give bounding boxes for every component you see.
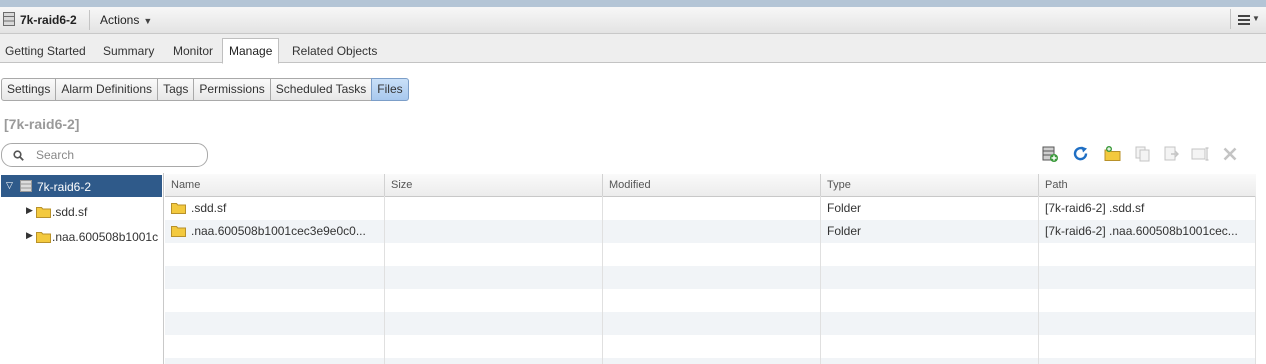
empty-row	[165, 289, 1256, 312]
folder-icon	[36, 207, 51, 218]
column-header-modified[interactable]: Modified	[602, 174, 820, 196]
cell-name: .naa.600508b1001cec3e9e0c0...	[165, 220, 384, 243]
expand-right-icon[interactable]: ▶	[26, 205, 33, 216]
file-name: .sdd.sf	[191, 201, 227, 215]
tree-item-naa[interactable]: ▶ .naa.600508b1001c	[0, 225, 163, 247]
subtab-scheduled-tasks[interactable]: Scheduled Tasks	[269, 78, 373, 101]
cell-size	[384, 197, 602, 220]
manage-subtab-bar: Settings Alarm Definitions Tags Permissi…	[1, 78, 409, 101]
column-header-size[interactable]: Size	[384, 174, 602, 196]
chevron-down-icon: ▼	[1252, 14, 1260, 23]
new-folder-icon[interactable]	[1104, 145, 1122, 163]
folder-icon	[171, 226, 186, 237]
window-top-strip	[0, 0, 1266, 7]
cell-path: [7k-raid6-2] .naa.600508b1001cec...	[1038, 220, 1256, 243]
column-divider	[820, 196, 821, 364]
column-divider	[602, 196, 603, 364]
search-box[interactable]	[1, 143, 208, 167]
subtab-alarm-definitions[interactable]: Alarm Definitions	[55, 78, 159, 101]
files-table: Name Size Modified Type Path .sdd.sf Fol…	[165, 174, 1256, 364]
cell-size	[384, 220, 602, 243]
copy-icon[interactable]	[1134, 145, 1152, 163]
datastore-icon	[3, 12, 15, 26]
menu-icon	[1238, 15, 1250, 27]
header-divider	[89, 10, 90, 30]
column-header-type[interactable]: Type	[820, 174, 1038, 196]
tab-related-objects[interactable]: Related Objects	[292, 44, 377, 58]
refresh-icon[interactable]	[1072, 145, 1090, 163]
column-header-path[interactable]: Path	[1038, 174, 1256, 196]
file-name: .naa.600508b1001cec3e9e0c0...	[191, 224, 366, 238]
tree-item-label: .naa.600508b1001c	[52, 230, 159, 244]
actions-menu-button[interactable]: Actions ▼	[100, 13, 152, 27]
expand-down-icon[interactable]: ▽	[6, 180, 13, 191]
rename-icon[interactable]	[1191, 145, 1209, 163]
object-name: 7k-raid6-2	[20, 13, 77, 27]
table-row[interactable]: .sdd.sf Folder [7k-raid6-2] .sdd.sf	[165, 197, 1256, 220]
datastore-upload-icon[interactable]	[1041, 145, 1059, 163]
tree-item-root[interactable]: ▽ 7k-raid6-2	[1, 175, 162, 197]
empty-row	[165, 335, 1256, 358]
subtab-permissions[interactable]: Permissions	[193, 78, 271, 101]
object-header: 7k-raid6-2 Actions ▼ ▼	[0, 7, 1266, 34]
subtab-settings[interactable]: Settings	[1, 78, 57, 101]
folder-icon	[171, 203, 186, 214]
column-divider	[1038, 196, 1039, 364]
actions-label: Actions	[100, 13, 140, 27]
empty-row	[165, 266, 1256, 289]
tree-item-label: .sdd.sf	[52, 205, 88, 219]
tab-summary[interactable]: Summary	[103, 44, 154, 58]
search-input[interactable]	[34, 146, 203, 164]
tab-monitor[interactable]: Monitor	[173, 44, 213, 58]
view-menu-button[interactable]: ▼	[1230, 9, 1261, 29]
file-tree: ▽ 7k-raid6-2 ▶ .sdd.sf ▶ .naa.600508b100…	[0, 173, 164, 364]
empty-row	[165, 358, 1256, 364]
search-icon	[13, 150, 24, 161]
page-title: [7k-raid6-2]	[4, 116, 80, 132]
cell-modified	[602, 220, 820, 243]
column-divider	[1255, 196, 1256, 364]
empty-row	[165, 312, 1256, 335]
cell-type: Folder	[820, 197, 1038, 220]
move-icon[interactable]	[1163, 145, 1181, 163]
main-tab-bar: Getting Started Summary Monitor Manage R…	[0, 34, 1266, 64]
chevron-down-icon: ▼	[143, 16, 153, 26]
delete-icon[interactable]	[1221, 145, 1239, 163]
tree-item-sdd-sf[interactable]: ▶ .sdd.sf	[0, 200, 163, 222]
subtab-files[interactable]: Files	[371, 78, 409, 101]
tree-root-label: 7k-raid6-2	[37, 180, 92, 194]
subtab-tags[interactable]: Tags	[157, 78, 195, 101]
empty-row	[165, 243, 1256, 266]
cell-type: Folder	[820, 220, 1038, 243]
datastore-icon	[20, 180, 32, 192]
tab-manage[interactable]: Manage	[222, 38, 280, 64]
column-divider	[384, 196, 385, 364]
expand-right-icon[interactable]: ▶	[26, 230, 33, 241]
cell-name: .sdd.sf	[165, 197, 384, 220]
table-row[interactable]: .naa.600508b1001cec3e9e0c0... Folder [7k…	[165, 220, 1256, 243]
tab-getting-started[interactable]: Getting Started	[5, 44, 86, 58]
cell-modified	[602, 197, 820, 220]
folder-icon	[36, 232, 51, 243]
table-header: Name Size Modified Type Path	[165, 174, 1256, 197]
cell-path: [7k-raid6-2] .sdd.sf	[1038, 197, 1256, 220]
column-header-name[interactable]: Name	[165, 174, 384, 196]
